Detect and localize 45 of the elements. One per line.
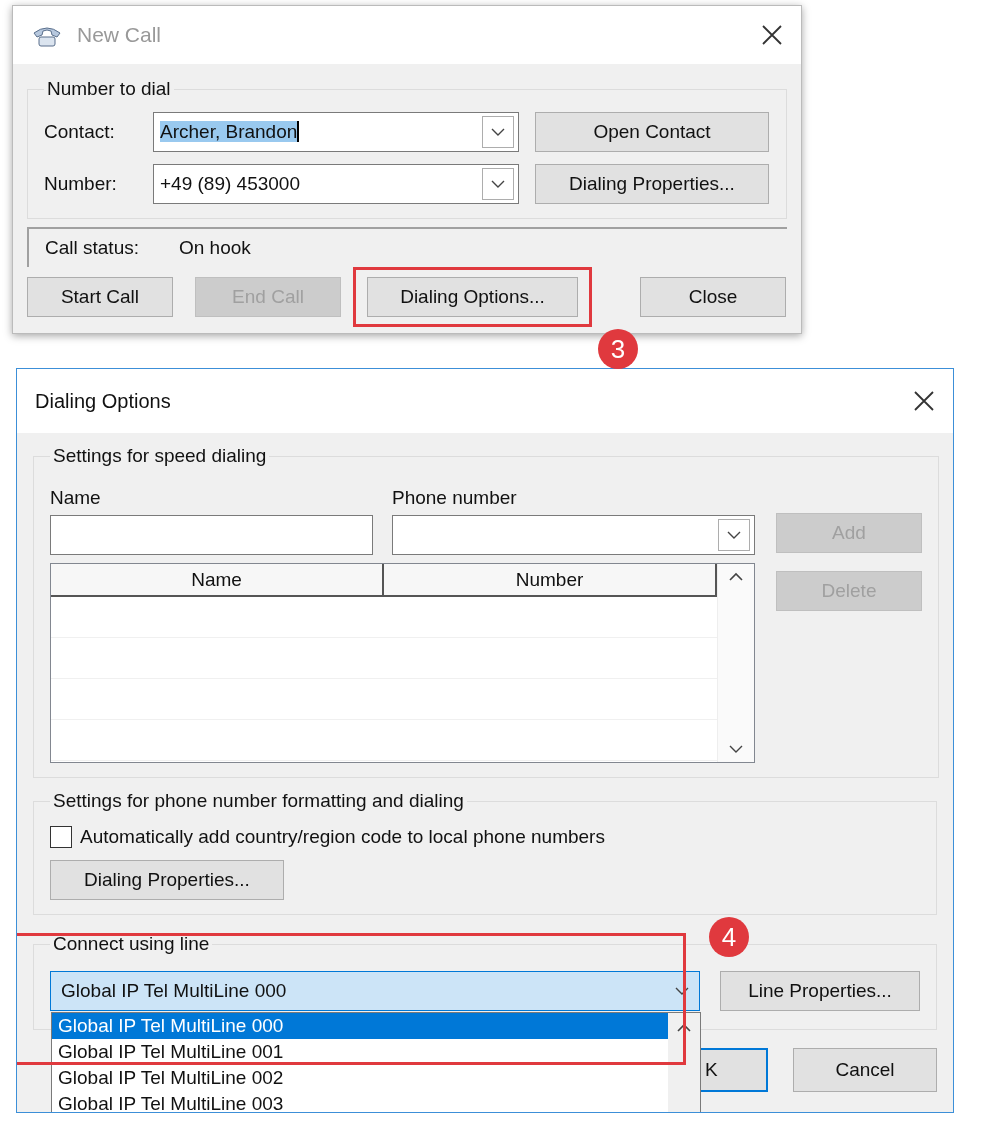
phone-number-combo[interactable]: [392, 515, 755, 555]
cancel-button[interactable]: Cancel: [793, 1048, 937, 1092]
field-label: Phone number: [392, 487, 517, 509]
group-label: Settings for phone number formatting and dialing: [52, 790, 465, 812]
group-label: Connect using line: [52, 933, 211, 955]
dialing-properties-button[interactable]: Dialing Properties...: [50, 860, 284, 900]
field-label: Contact:: [44, 121, 116, 143]
column-header[interactable]: Name: [51, 564, 384, 595]
status-value: On hook: [179, 237, 251, 259]
window-title: Dialing Options: [35, 389, 172, 413]
close-icon[interactable]: [761, 24, 783, 46]
dropdown-option[interactable]: Global IP Tel MultiLine 003: [52, 1091, 668, 1112]
step-badge: 4: [709, 917, 749, 957]
close-icon[interactable]: [913, 390, 935, 412]
column-header[interactable]: Number: [384, 564, 717, 595]
line-properties-button[interactable]: Line Properties...: [720, 971, 920, 1011]
chevron-down-icon: [727, 530, 741, 540]
combo-field[interactable]: +49 (89) 453000: [153, 164, 519, 204]
dialing-properties-button[interactable]: Dialing Properties...: [535, 164, 769, 204]
status-label: Call status:: [45, 237, 140, 259]
chevron-down-icon: [729, 745, 743, 754]
button[interactable]: Dialing Options...: [367, 277, 578, 317]
name-field[interactable]: [50, 515, 373, 555]
dropdown-option[interactable]: Global IP Tel MultiLine 001: [52, 1039, 668, 1065]
field-value: +49 (89) 453000: [160, 173, 300, 194]
dropdown-option[interactable]: Global IP Tel MultiLine 002: [52, 1065, 668, 1091]
open-contact-button[interactable]: Open Contact: [535, 112, 769, 152]
chevron-down-icon: [675, 986, 689, 996]
checkbox[interactable]: [50, 826, 72, 848]
button[interactable]: Start Call: [27, 277, 173, 317]
group-label: Number to dial: [46, 78, 172, 100]
field-value: Archer, Brandon: [160, 121, 300, 142]
field-label: Number:: [44, 173, 118, 195]
field-label: Name: [50, 487, 102, 509]
window-title: New Call: [77, 23, 163, 47]
chevron-up-icon: [677, 1023, 691, 1032]
button[interactable]: Close: [640, 277, 786, 317]
checkbox-label: Automatically add country/region code to local phone numbers: [80, 826, 605, 848]
chevron-down-icon: [491, 179, 505, 189]
dropdown-option[interactable]: Global IP Tel MultiLine 000: [52, 1013, 668, 1039]
chevron-down-icon: [491, 127, 505, 137]
combo-field[interactable]: Archer, Brandon: [153, 112, 519, 152]
step-badge: 3: [598, 329, 638, 369]
chevron-up-icon: [729, 572, 743, 581]
group-label: Settings for speed dialing: [52, 445, 268, 467]
